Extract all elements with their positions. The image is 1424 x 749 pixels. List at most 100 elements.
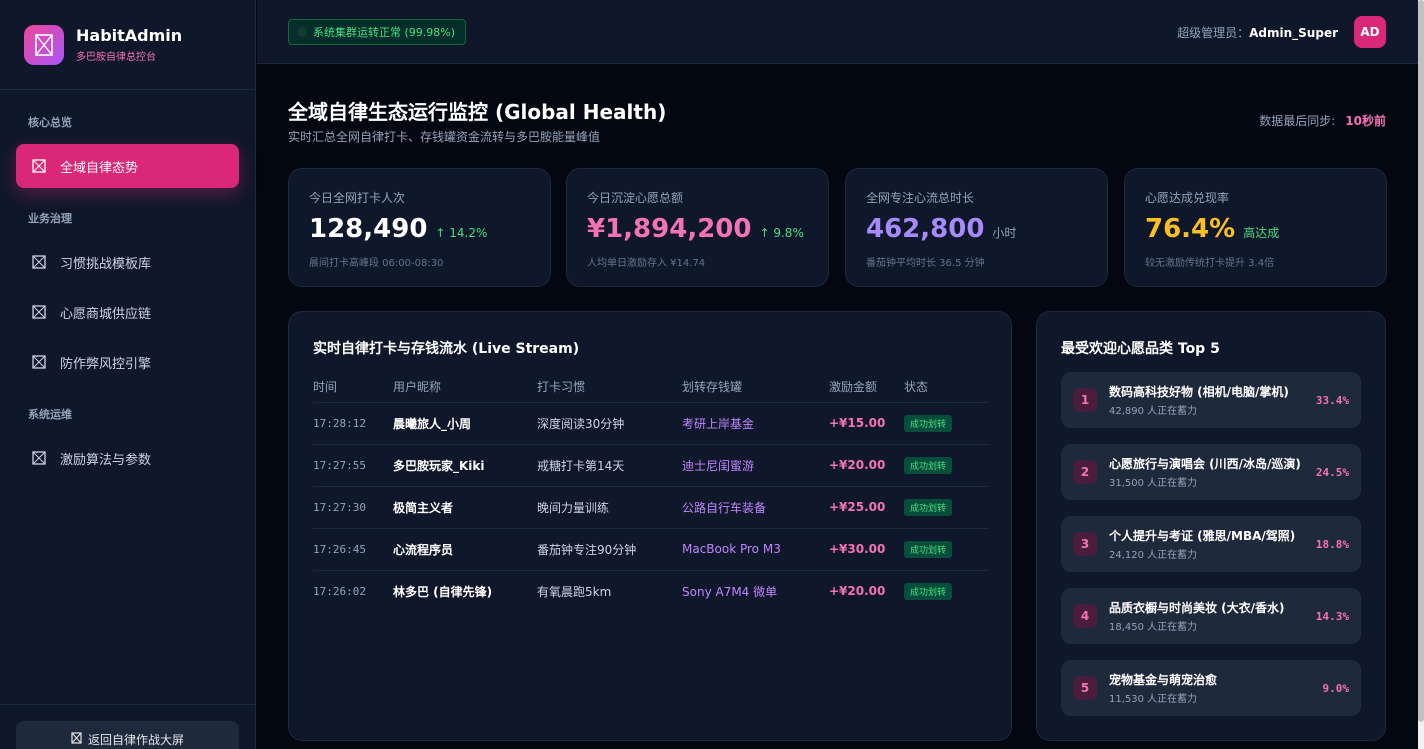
top5-panel: 最受欢迎心愿品类 Top 5 1 数码高科技好物 (相机/电脑/掌机) 42,89… xyxy=(1036,311,1386,741)
page-scrollbar[interactable] xyxy=(1418,0,1424,749)
kpi-delta: ↑ 9.8% xyxy=(759,226,804,240)
rank-name: 心愿旅行与演唱会 (川西/冰岛/巡演) xyxy=(1109,457,1301,471)
live-stream-panel: 实时自律打卡与存钱流水 (Live Stream) 时间 用户昵称 打卡习惯 划… xyxy=(288,311,1012,741)
brand: HabitAdmin 多巴胺自律总控台 xyxy=(0,0,255,90)
sidebar-item-anti-cheat[interactable]: 防作弊风控引擎 xyxy=(16,340,239,384)
placeholder-icon xyxy=(32,355,46,369)
back-to-dashboard-button[interactable]: 返回自律作战大屏 xyxy=(16,721,239,749)
top5-title: 最受欢迎心愿品类 Top 5 xyxy=(1061,341,1220,357)
row-amount: +¥25.00 xyxy=(829,486,904,529)
row-jar: 迪士尼闺蜜游 xyxy=(682,444,829,487)
row-jar: MacBook Pro M3 xyxy=(682,528,829,571)
row-amount: +¥20.00 xyxy=(829,584,886,599)
rank-number: 5 xyxy=(1073,676,1097,700)
row-user: 晨曦旅人_小周 xyxy=(393,402,537,445)
admin-label: 超级管理员： xyxy=(1177,26,1250,40)
admin-info: 超级管理员：Admin_Super xyxy=(1177,24,1338,41)
sidebar-item-incentive-algo[interactable]: 激励算法与参数 xyxy=(16,436,239,480)
column-header-time: 时间 xyxy=(313,372,393,403)
status-badge: 成功划转 xyxy=(904,414,953,432)
row-status-cell: 成功划转 xyxy=(904,444,988,487)
row-status-cell: 成功划转 xyxy=(904,528,988,571)
column-header-habit: 打卡习惯 xyxy=(537,372,682,403)
sidebar-footer: 返回自律作战大屏 xyxy=(0,704,256,749)
row-jar: Sony A7M4 微单 xyxy=(682,584,778,599)
list-item[interactable]: 4 品质衣橱与时尚美妆 (大衣/香水) 18,450 人正在蓄力 14.3% xyxy=(1061,588,1361,644)
row-time: 17:28:12 xyxy=(313,402,393,445)
rank-number: 4 xyxy=(1073,604,1097,628)
kpi-unit: 小时 xyxy=(992,226,1017,240)
list-item[interactable]: 3 个人提升与考证 (雅思/MBA/驾照) 24,120 人正在蓄力 18.8% xyxy=(1061,516,1361,572)
kpi-note: 晨间打卡高峰段 06:00-08:30 xyxy=(309,258,444,269)
row-user: 心流程序员 xyxy=(393,528,537,571)
back-button-label: 返回自律作战大屏 xyxy=(87,733,184,747)
rank-sub: 42,890 人正在蓄力 xyxy=(1109,406,1198,417)
row-time: 17:27:30 xyxy=(313,486,393,529)
nav-section-ops: 系统运维 xyxy=(28,408,72,421)
live-stream-title: 实时自律打卡与存钱流水 (Live Stream) xyxy=(313,341,580,357)
table-row: 17:27:30 极简主义者 晚间力量训练 公路自行车装备 +¥25.00 成功… xyxy=(313,486,988,529)
row-status-cell: 成功划转 xyxy=(904,570,988,612)
kpi-value: 76.4% xyxy=(1145,214,1236,244)
row-time: 17:26:45 xyxy=(313,528,393,571)
row-status-cell: 成功划转 xyxy=(904,486,988,529)
kpi-card-focus-hours: 全网专注心流总时长 462,800 小时 番茄钟平均时长 36.5 分钟 xyxy=(845,168,1108,287)
rank-sub: 11,530 人正在蓄力 xyxy=(1109,694,1198,705)
rank-name: 品质衣橱与时尚美妆 (大衣/香水) xyxy=(1109,601,1285,615)
row-amount: +¥30.00 xyxy=(829,528,904,571)
row-status-cell: 成功划转 xyxy=(904,402,988,445)
list-item[interactable]: 2 心愿旅行与演唱会 (川西/冰岛/巡演) 31,500 人正在蓄力 24.5% xyxy=(1061,444,1361,500)
sync-label: 数据最后同步: xyxy=(1259,114,1336,128)
kpi-note: 较无激励传统打卡提升 3.4倍 xyxy=(1145,258,1275,269)
table-row: 17:26:02 林多巴 (自律先锋) 有氧晨跑5km Sony A7M4 微单… xyxy=(313,570,988,612)
kpi-card-checkins: 今日全网打卡人次 128,490 ↑ 14.2% 晨间打卡高峰段 06:00-08… xyxy=(288,168,551,287)
rank-percent: 9.0% xyxy=(1322,681,1350,695)
sidebar-item-label: 习惯挑战模板库 xyxy=(60,256,152,272)
kpi-value: ¥1,894,200 xyxy=(587,214,752,244)
sidebar-item-global-status[interactable]: 全域自律态势 xyxy=(16,144,239,188)
row-amount: +¥15.00 xyxy=(829,402,904,445)
column-header-amount: 激励金额 xyxy=(829,372,904,403)
sidebar-item-label: 心愿商城供应链 xyxy=(60,306,152,322)
nav-section-overview: 核心总览 xyxy=(28,116,72,129)
row-habit: 戒糖打卡第14天 xyxy=(537,444,682,487)
sync-status: 数据最后同步: 10秒前 xyxy=(1259,112,1386,129)
avatar[interactable]: AD xyxy=(1354,16,1386,48)
table-row: 17:28:12 晨曦旅人_小周 深度阅读30分钟 考研上岸基金 +¥15.00… xyxy=(313,402,988,445)
rank-sub: 31,500 人正在蓄力 xyxy=(1109,478,1198,489)
kpi-note: 番茄钟平均时长 36.5 分钟 xyxy=(866,258,985,269)
nav-section-business: 业务治理 xyxy=(28,212,72,225)
rank-name: 宠物基金与萌宠治愈 xyxy=(1109,673,1218,687)
system-status-badge: 系统集群运转正常 (99.98%) xyxy=(288,19,467,45)
sidebar-item-label: 激励算法与参数 xyxy=(60,452,152,468)
scrollbar-thumb[interactable] xyxy=(1418,0,1424,722)
list-item[interactable]: 5 宠物基金与萌宠治愈 11,530 人正在蓄力 9.0% xyxy=(1061,660,1361,716)
kpi-card-redemption-rate: 心愿达成兑现率 76.4% 高达成 较无激励传统打卡提升 3.4倍 xyxy=(1124,168,1387,287)
rank-name: 个人提升与考证 (雅思/MBA/驾照) xyxy=(1109,529,1296,543)
kpi-delta: 高达成 xyxy=(1243,226,1280,240)
row-time: 17:26:02 xyxy=(313,584,366,598)
admin-name: Admin_Super xyxy=(1249,26,1338,40)
row-habit: 深度阅读30分钟 xyxy=(537,402,682,445)
rank-number: 2 xyxy=(1073,460,1097,484)
list-item[interactable]: 1 数码高科技好物 (相机/电脑/掌机) 42,890 人正在蓄力 33.4% xyxy=(1061,372,1361,428)
live-stream-table: 时间 用户昵称 打卡习惯 划转存钱罐 激励金额 状态 17:28:12 晨曦旅人… xyxy=(313,372,988,612)
status-badge: 成功划转 xyxy=(904,498,953,516)
table-header-row: 时间 用户昵称 打卡习惯 划转存钱罐 激励金额 状态 xyxy=(313,372,988,403)
rank-number: 3 xyxy=(1073,532,1097,556)
row-user: 林多巴 (自律先锋) xyxy=(393,584,493,599)
sidebar-item-habit-templates[interactable]: 习惯挑战模板库 xyxy=(16,240,239,284)
placeholder-icon xyxy=(32,159,46,173)
kpi-value: 128,490 xyxy=(309,214,428,244)
placeholder-icon xyxy=(71,732,82,744)
row-jar: 公路自行车装备 xyxy=(682,486,829,529)
system-status-text: 系统集群运转正常 (99.98%) xyxy=(313,26,456,39)
placeholder-icon xyxy=(32,305,46,319)
row-amount: +¥20.00 xyxy=(829,444,904,487)
brand-logo-icon xyxy=(24,24,64,65)
status-badge: 成功划转 xyxy=(904,456,953,474)
table-row: 17:26:45 心流程序员 番茄钟专注90分钟 MacBook Pro M3 … xyxy=(313,528,988,571)
sync-value: 10秒前 xyxy=(1345,114,1386,128)
placeholder-icon xyxy=(32,255,46,269)
sidebar-item-wish-mall[interactable]: 心愿商城供应链 xyxy=(16,290,239,334)
